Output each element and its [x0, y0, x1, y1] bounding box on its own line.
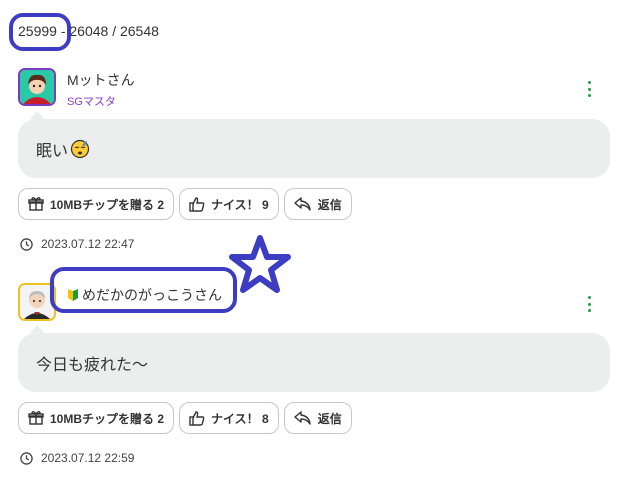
annotation-highlight-box: [9, 13, 71, 51]
thumbs-up-icon: [189, 197, 205, 212]
thumbs-up-icon: [189, 411, 205, 426]
timestamp-text: 2023.07.12 22:59: [41, 451, 135, 465]
clock-icon: [20, 237, 33, 251]
reply-icon: [293, 411, 311, 425]
annotation-highlight-box: [50, 267, 237, 313]
reply-button[interactable]: 返信: [283, 402, 352, 434]
action-bar: 10MBチップを贈る 2 ナイス！ 9 返信: [18, 188, 352, 220]
action-bar: 10MBチップを贈る 2 ナイス！ 8 返信: [18, 402, 352, 434]
user-rank: SGマスタ: [67, 96, 116, 108]
nice-label: ナイス！ 9: [211, 197, 269, 212]
reply-label: 返信: [317, 197, 342, 212]
timestamp-text: 2023.07.12 22:47: [41, 237, 135, 251]
nice-button[interactable]: ナイス！ 9: [179, 188, 279, 220]
comment-bubble: 今日も疲れた〜: [18, 325, 610, 392]
more-menu-icon[interactable]: [586, 81, 592, 97]
nice-button[interactable]: ナイス！ 8: [179, 402, 279, 434]
comment-text: 眠い: [36, 143, 69, 160]
send-chip-button[interactable]: 10MBチップを贈る 2: [18, 402, 175, 434]
more-menu-icon[interactable]: [586, 296, 592, 312]
comment-text: 今日も疲れた〜: [36, 357, 149, 374]
send-chip-label: 10MBチップを贈る 2: [50, 411, 165, 426]
post-timestamp: 2023.07.12 22:59: [20, 451, 134, 465]
reply-label: 返信: [317, 411, 342, 426]
comment-bubble: 眠い: [18, 111, 610, 178]
user-name[interactable]: Mットさん: [67, 70, 135, 90]
star-outline-icon: [229, 235, 291, 293]
clock-icon: [20, 451, 33, 465]
send-chip-label: 10MBチップを贈る 2: [50, 197, 165, 212]
nice-label: ナイス！ 8: [211, 411, 269, 426]
reply-icon: [293, 197, 311, 211]
post-timestamp: 2023.07.12 22:47: [20, 237, 134, 251]
send-chip-button[interactable]: 10MBチップを贈る 2: [18, 188, 175, 220]
avatar[interactable]: [18, 68, 56, 106]
gift-icon: [28, 411, 44, 425]
reply-button[interactable]: 返信: [283, 188, 352, 220]
gift-icon: [28, 197, 44, 211]
sleepy-face-icon: [70, 139, 90, 159]
